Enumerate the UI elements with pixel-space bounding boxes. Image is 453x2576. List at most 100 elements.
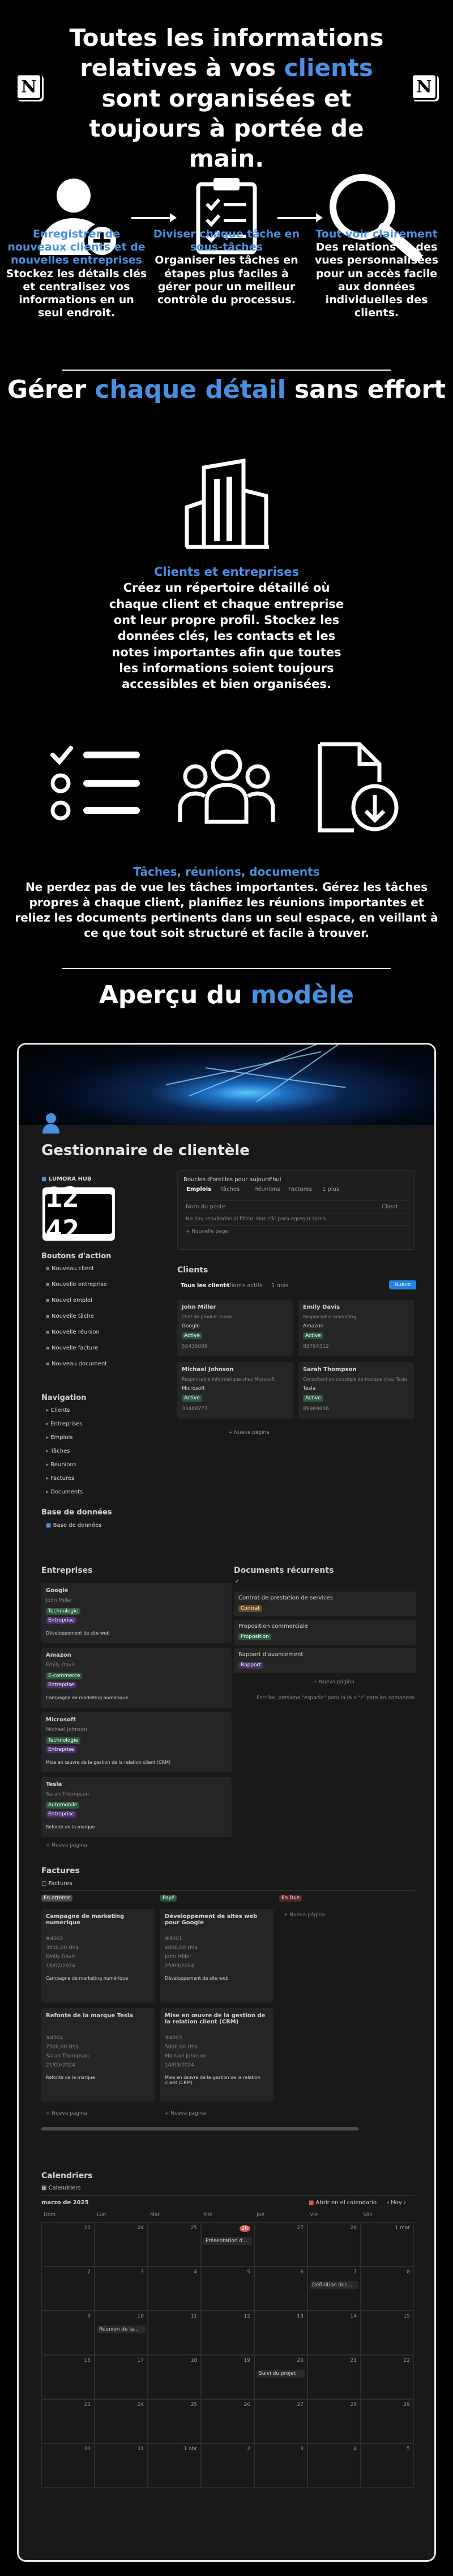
action-button-nouveau-document[interactable]: ▪ Nouveau document (46, 1361, 107, 1367)
company-card[interactable]: Tesla Sarah Thompson Automobile Entreprise R… (41, 1777, 232, 1837)
today-tab-factures[interactable]: Factures (288, 1186, 312, 1192)
calendar-cell[interactable]: 24 (95, 2399, 148, 2443)
document-item[interactable]: Proposition commerciale Proposition (234, 1620, 416, 1645)
calendar-cell[interactable]: 23 (41, 2399, 95, 2443)
today-tab-1-plus[interactable]: 1 plus (322, 1186, 339, 1192)
calendar-tab[interactable]: ▦ Calendriers (41, 2185, 81, 2191)
clients-tab-clients-actifs[interactable]: Clients actifs (226, 1283, 262, 1289)
calendar-cell[interactable]: 6 (254, 2267, 307, 2311)
calendar-cell[interactable]: 21 (307, 2355, 361, 2399)
calendar-cell[interactable]: 2 (201, 2443, 254, 2488)
action-button-nouvelle-reunion[interactable]: ▪ Nouvelle réunion (46, 1329, 100, 1335)
nav-item-clients[interactable]: ▸ Clients (46, 1407, 70, 1414)
invoice-card[interactable]: Campagne de marketing numérique #4002 3500… (41, 1909, 155, 2002)
horizontal-scrollbar[interactable] (41, 2127, 358, 2131)
calendar-cell[interactable]: 8 (361, 2267, 414, 2311)
calendar-cell[interactable]: 1 abr (148, 2443, 201, 2488)
calendar-cell[interactable]: 26 (201, 2399, 254, 2443)
db-link[interactable]: ■ Base de données (46, 1522, 102, 1529)
today-button[interactable]: ‹ Hoy › (387, 2200, 406, 2206)
open-calendar-button[interactable]: ■ Abrir en el calendario (309, 2200, 377, 2206)
calendar-date: 25 (190, 2402, 197, 2408)
calendar-cell[interactable]: 2 (41, 2267, 95, 2311)
document-item[interactable]: Rapport d'avancement Rapport (234, 1648, 416, 1673)
calendar-cell[interactable]: 30 (41, 2443, 95, 2488)
calendar-cell[interactable]: 19 (201, 2355, 254, 2399)
calendar-cell[interactable]: 28 (307, 2222, 361, 2267)
company-job: Campagne de marketing numérique (46, 1695, 129, 1700)
calendar-event[interactable]: Suivi du projet (257, 2370, 305, 2378)
client-card[interactable]: Emily Davis Responsable marketing Amazon Ac… (298, 1300, 414, 1356)
today-new[interactable]: + Nouvelle page (186, 1229, 228, 1234)
calendar-cell[interactable]: 4 (148, 2267, 201, 2311)
nav-item-taches[interactable]: ▸ Tâches (46, 1448, 70, 1454)
client-card[interactable]: Sarah Thompson Consultant en stratégie de… (298, 1362, 414, 1419)
companies-new-page[interactable]: + Nueva página (46, 1843, 87, 1848)
calendar-cell[interactable]: 4 (307, 2443, 361, 2488)
companies-title: Entreprises (41, 1566, 93, 1575)
calendar-cell[interactable]: 28 (307, 2399, 361, 2443)
calendar-cell[interactable]: 24 (95, 2222, 148, 2267)
nav-item-emplois[interactable]: ▸ Emplois (46, 1435, 73, 1441)
action-button-nouvelle-entreprise[interactable]: ▪ Nouvelle entreprise (46, 1281, 107, 1288)
client-card[interactable]: John Miller Chef de produit senior Google A… (177, 1300, 293, 1356)
clients-tab-1-mas[interactable]: 1 más (271, 1283, 289, 1289)
clients-new-button[interactable]: Nuevo (389, 1280, 416, 1289)
clients-new-page[interactable]: + Nueva página (228, 1430, 270, 1436)
clients-tab-tous-les-clients[interactable]: Tous les clients (181, 1283, 229, 1289)
calendar-cell[interactable]: 1 mar (361, 2222, 414, 2267)
action-button-nouvel-emploi[interactable]: ▪ Nouvel emploi (46, 1297, 92, 1304)
nav-item-documents[interactable]: ▸ Documents (46, 1489, 83, 1495)
calendar-cell[interactable]: 18 (148, 2355, 201, 2399)
invoice-new-page[interactable]: + Nueva página (46, 2111, 87, 2116)
calendar-cell[interactable]: 31 (95, 2443, 148, 2488)
calendar-event[interactable]: Réunion de la... (97, 2325, 146, 2333)
calendar-date: 16 (84, 2358, 91, 2363)
calendar-cell[interactable]: 11 (148, 2311, 201, 2355)
calendar-cell[interactable]: 27 (254, 2222, 307, 2267)
invoices-tab[interactable]: ▢ Factures (41, 1881, 72, 1887)
calendar-cell[interactable]: 5 (201, 2267, 254, 2311)
calendar-event[interactable]: Présentation d... (203, 2237, 252, 2245)
company-card[interactable]: Microsoft Michael Johnson Technologie Entre… (41, 1712, 232, 1772)
calendar-cell[interactable]: 9 (41, 2311, 95, 2355)
calendar-cell[interactable]: 23 (41, 2222, 95, 2267)
calendar-event[interactable]: Définition des... (310, 2281, 358, 2289)
today-tab-emplois[interactable]: Emplois (186, 1186, 211, 1192)
calendar-cell[interactable]: 25 (148, 2222, 201, 2267)
client-card[interactable]: Michael Johnson Responsable informatique … (177, 1362, 293, 1419)
invoice-card[interactable]: Mise en œuvre de la gestion de la relati… (160, 2008, 273, 2102)
calendar-cell[interactable]: 5 (361, 2443, 414, 2488)
nav-item-reunions[interactable]: ▸ Réunions (46, 1462, 76, 1468)
calendar-cell[interactable]: 13 (254, 2311, 307, 2355)
company-card[interactable]: Amazon Emily Davis E-commerce Entreprise Cam… (41, 1648, 232, 1708)
calendar-date: 18 (190, 2358, 197, 2363)
company-card[interactable]: Google John Miller Technologie Entreprise Dé… (41, 1583, 232, 1643)
action-button-nouvelle-tache[interactable]: ▪ Nouvelle tâche (46, 1313, 94, 1319)
invoice-new-page[interactable]: + Nueva página (165, 2111, 206, 2116)
calendar-cell[interactable]: 12 (201, 2311, 254, 2355)
calendar-cell[interactable]: 3 (254, 2443, 307, 2488)
invoice-card[interactable]: Refonte de la marque Tesla #4004 7500,00 U… (41, 2008, 155, 2102)
calendar-cell[interactable]: 14 (307, 2311, 361, 2355)
calendar-cell[interactable]: 16 (41, 2355, 95, 2399)
today-tab-taches[interactable]: Tâches (220, 1186, 240, 1192)
calendar-cell[interactable]: 25 (148, 2399, 201, 2443)
invoice-new-page[interactable]: + Nueva página (284, 1912, 325, 1918)
action-button-nouveau-client[interactable]: ▪ Nouveau client (46, 1266, 94, 1272)
company-name: Tesla (46, 1781, 62, 1788)
client-phone: 33468777 (182, 1406, 208, 1412)
document-item[interactable]: Contrat de prestation de services Contrat (234, 1592, 416, 1616)
documents-new-page[interactable]: + Nueva página (313, 1679, 354, 1685)
nav-item-factures[interactable]: ▸ Factures (46, 1475, 74, 1482)
calendar-cell[interactable]: 15 (361, 2311, 414, 2355)
nav-item-entreprises[interactable]: ▸ Entreprises (46, 1421, 83, 1427)
calendar-cell[interactable]: 27 (254, 2399, 307, 2443)
calendar-cell[interactable]: 17 (95, 2355, 148, 2399)
today-tab-reunions[interactable]: Réunions (254, 1186, 280, 1192)
calendar-cell[interactable]: 29 (361, 2399, 414, 2443)
calendar-cell[interactable]: 3 (95, 2267, 148, 2311)
action-button-nouvelle-facture[interactable]: ▪ Nouvelle facture (46, 1345, 98, 1351)
invoice-card[interactable]: Développement de sites web pour Google #4… (160, 1909, 273, 2002)
calendar-cell[interactable]: 22 (361, 2355, 414, 2399)
